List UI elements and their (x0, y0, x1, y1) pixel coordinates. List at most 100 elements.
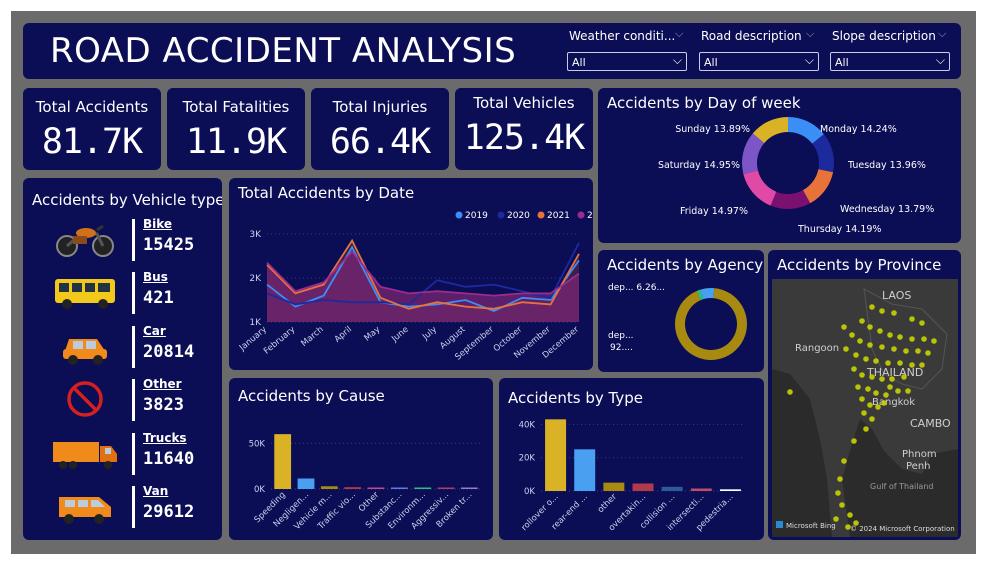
vehicle-row-bike[interactable]: Bike 15425 (23, 216, 222, 264)
province-marker[interactable] (839, 502, 845, 508)
province-marker[interactable] (931, 338, 937, 344)
filter-dropdown[interactable]: All ⌵ (830, 52, 950, 71)
bar-8[interactable] (460, 487, 478, 490)
bar-3[interactable] (632, 483, 654, 492)
province-marker[interactable] (843, 346, 849, 352)
province-marker[interactable] (855, 384, 861, 390)
province-marker[interactable] (877, 328, 883, 334)
province-marker[interactable] (887, 384, 893, 390)
province-marker[interactable] (879, 376, 885, 382)
donut-chart[interactable]: Monday 14.24% Tuesday 13.96% Wednesday 13.… (598, 88, 961, 243)
province-marker[interactable] (881, 400, 887, 406)
province-marker[interactable] (897, 334, 903, 340)
province-marker[interactable] (915, 348, 921, 354)
province-marker[interactable] (901, 374, 907, 380)
agency-label: dep... 6.26... (608, 283, 665, 293)
vehicle-row-other[interactable]: Other 3823 (23, 376, 222, 424)
bar-0[interactable] (545, 419, 567, 491)
province-marker[interactable] (909, 362, 915, 368)
bar-5[interactable] (690, 488, 712, 492)
province-marker[interactable] (903, 348, 909, 354)
province-marker[interactable] (897, 360, 903, 366)
bar-7[interactable] (437, 487, 455, 490)
province-marker[interactable] (861, 410, 867, 416)
province-marker[interactable] (869, 304, 875, 310)
province-marker[interactable] (885, 360, 891, 366)
bar-chart[interactable]: 40K20K0Krollover o...rear-end ... otherov… (499, 378, 764, 540)
province-marker[interactable] (851, 438, 857, 444)
bar-5[interactable] (390, 487, 408, 490)
province-marker[interactable] (891, 346, 897, 352)
x-tick-label: June (389, 325, 410, 345)
line-chart[interactable]: 3K2K1K2019202020212022JanuaryFebruaryMar… (229, 178, 593, 370)
province-marker[interactable] (787, 389, 793, 395)
province-marker[interactable] (869, 374, 875, 380)
province-marker[interactable] (869, 416, 875, 422)
donut-slice[interactable] (675, 288, 747, 360)
province-marker[interactable] (879, 308, 885, 314)
province-marker[interactable] (875, 404, 881, 410)
kpi-label: Total Fatalities (182, 98, 290, 116)
map-attribution: © 2024 Microsoft Corporation (850, 525, 955, 533)
map[interactable]: LAOS Rangoon THAILAND Bangkok CAMBO Phno… (772, 279, 958, 537)
province-marker[interactable] (837, 476, 843, 482)
province-marker[interactable] (833, 516, 839, 522)
bar-3[interactable] (344, 487, 362, 489)
vehicle-row-van[interactable]: Van 29612 (23, 483, 222, 531)
bar-6[interactable] (414, 487, 432, 490)
donut-slice-thursday[interactable] (770, 190, 811, 209)
province-marker[interactable] (851, 366, 857, 372)
bar-1[interactable] (574, 449, 596, 491)
province-marker[interactable] (859, 318, 865, 324)
bar-4[interactable] (367, 487, 385, 490)
vehicle-row-bus[interactable]: Bus 421 (23, 269, 222, 317)
bar-4[interactable] (661, 486, 683, 491)
bar-chart[interactable]: 50K0KSpeedingNegligen...Vehicle m...Traf… (229, 378, 493, 540)
province-marker[interactable] (867, 342, 873, 348)
province-marker[interactable] (891, 310, 897, 316)
province-marker[interactable] (853, 352, 859, 358)
province-marker[interactable] (859, 372, 865, 378)
province-marker[interactable] (925, 350, 931, 356)
province-marker[interactable] (909, 316, 915, 322)
province-marker[interactable] (841, 458, 847, 464)
vehicle-row-car[interactable]: Car 20814 (23, 323, 222, 371)
province-marker[interactable] (873, 358, 879, 364)
kpi-value: 66.4K (329, 122, 431, 162)
province-marker[interactable] (921, 336, 927, 342)
province-marker[interactable] (919, 320, 925, 326)
province-marker[interactable] (887, 332, 893, 338)
province-marker[interactable] (835, 490, 841, 496)
filter-dropdown[interactable]: All ⌵ (567, 52, 687, 71)
province-marker[interactable] (859, 396, 865, 402)
bar-1[interactable] (297, 478, 315, 489)
province-marker[interactable] (909, 336, 915, 342)
donut-slice-friday[interactable] (743, 170, 777, 206)
province-marker[interactable] (865, 386, 871, 392)
legend-label: 2021 (547, 211, 570, 221)
province-marker[interactable] (883, 392, 889, 398)
province-marker[interactable] (863, 356, 869, 362)
vehicle-row-trucks[interactable]: Trucks 11640 (23, 430, 222, 478)
province-marker[interactable] (847, 512, 853, 518)
province-marker[interactable] (867, 402, 873, 408)
province-marker[interactable] (863, 426, 869, 432)
province-marker[interactable] (867, 324, 873, 330)
donut-label: Tuesday 13.96% (847, 160, 926, 171)
bar-2[interactable] (603, 482, 625, 491)
filter-dropdown[interactable]: All ⌵ (699, 52, 819, 71)
province-marker[interactable] (857, 338, 863, 344)
province-marker[interactable] (879, 344, 885, 350)
donut-chart[interactable]: dep... 6.26... dep... 92.... (598, 250, 764, 372)
province-marker[interactable] (905, 388, 911, 394)
donut-slice-wednesday[interactable] (802, 169, 834, 204)
province-marker[interactable] (841, 324, 847, 330)
province-marker[interactable] (873, 390, 879, 396)
province-marker[interactable] (889, 376, 895, 382)
province-marker[interactable] (895, 388, 901, 394)
province-marker[interactable] (919, 362, 925, 368)
bar-6[interactable] (719, 489, 741, 491)
province-marker[interactable] (849, 332, 855, 338)
bar-0[interactable] (274, 434, 292, 489)
bar-2[interactable] (320, 486, 338, 489)
